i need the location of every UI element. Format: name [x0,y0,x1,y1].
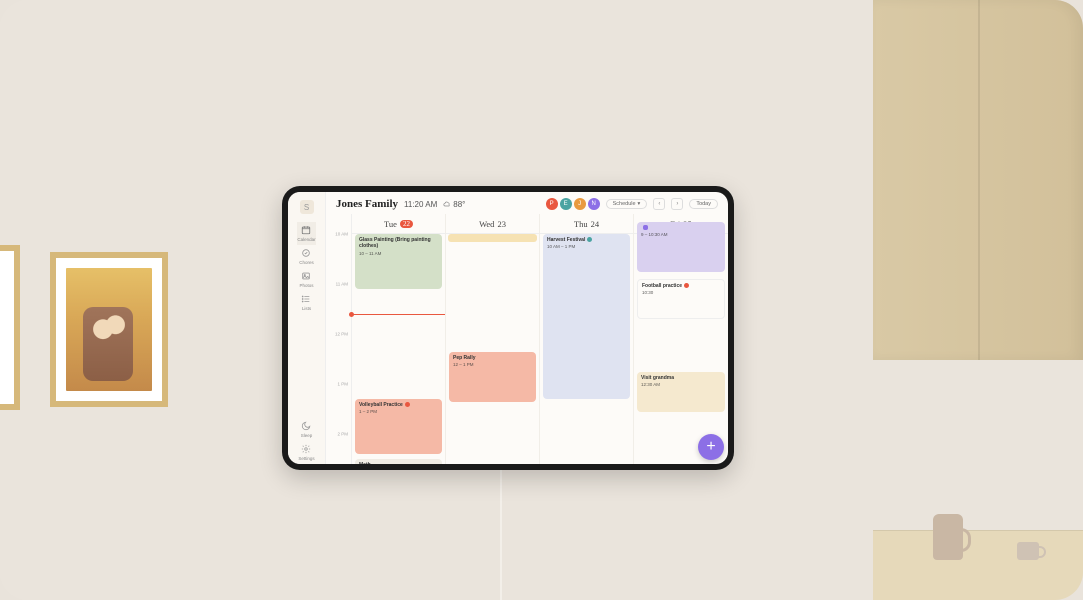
day-column: Tue22Glass Painting (Bring painting clot… [352,214,446,464]
avatar-E[interactable]: E [560,198,572,210]
event-title: Football practice [642,283,720,289]
lists-icon [301,294,311,305]
nav-calendar[interactable]: Calendar [297,222,315,245]
nav-lists[interactable]: Lists [297,291,315,314]
nav-chores[interactable]: Chores [297,245,315,268]
member-dot [405,402,410,407]
member-dot [684,283,689,288]
weather: 88° [443,200,465,209]
today-badge: 22 [400,220,413,228]
clock-time: 11:20 AM [404,200,437,209]
time-label: 12 PM [335,332,348,337]
day-column: Thu24Harvest Festival10 AM – 1 PM [540,214,634,464]
wall-display-device: S Calendar Chores Photos Lists Sleep Setting… [282,186,734,470]
calendar-event[interactable]: Pep Rally12 – 1 PM [449,352,536,402]
event-time: 10 – 11 AM [359,251,438,257]
today-button[interactable]: Today [689,199,718,209]
temperature: 88° [453,200,465,209]
event-time: 10 AM – 1 PM [547,244,626,250]
nav-sleep[interactable]: Sleep [298,418,314,441]
family-avatars: PEJN [546,198,600,210]
cloud-icon [443,200,451,208]
chores-icon [301,248,311,259]
picture-frame-partial [0,245,20,410]
event-title: Visit grandma [641,375,721,381]
calendar-icon [301,225,311,236]
time-axis: 10 AM 11 AM 12 PM 1 PM 2 PM [326,214,352,464]
kettle-decor [933,514,963,560]
family-photo [66,268,152,391]
member-dot [643,225,648,230]
event-time: 1 – 2 PM [359,409,438,415]
power-cord [500,468,502,600]
event-title: Pep Rally [453,355,532,361]
calendar-event[interactable]: Football practice10:30 [637,279,725,319]
nav-label: Settings [298,456,314,461]
event-title: Math [359,462,438,464]
calendar-event[interactable]: Glass Painting (Bring painting clothes)1… [355,234,442,289]
sidebar: S Calendar Chores Photos Lists Sleep Setting… [288,192,326,464]
days-container: Tue22Glass Painting (Bring painting clot… [352,214,728,464]
allday-event[interactable] [448,234,537,242]
nav-photos[interactable]: Photos [297,268,315,291]
picture-frame [50,252,168,407]
event-title [641,225,721,231]
add-event-fab[interactable]: + [698,434,724,460]
photos-icon [301,271,311,282]
calendar-event[interactable]: Math [355,459,442,464]
time-label: 2 PM [337,432,348,437]
sleep-icon [301,421,311,432]
day-header[interactable]: Thu24 [540,214,633,234]
nav-label: Lists [302,306,311,311]
calendar-grid: 10 AM11 AM12 PM1 PM2 PM Tue22Glass Paint… [326,214,728,464]
calendar-event[interactable]: 9 – 10:30 AM [637,222,725,272]
event-time: 12 – 1 PM [453,362,532,368]
family-name: Jones Family [336,198,398,210]
time-label: 10 AM [335,232,348,237]
day-column: Fri259 – 10:30 AMFootball practice10:30V… [634,214,728,464]
event-time: 12:30 AM [641,382,721,388]
avatar-P[interactable]: P [546,198,558,210]
app-logo[interactable]: S [300,200,314,214]
nav-settings[interactable]: Settings [298,441,314,464]
event-title: Volleyball Practice [359,402,438,408]
mug-decor [1017,542,1039,560]
avatar-N[interactable]: N [588,198,600,210]
kitchen-counter [873,530,1083,600]
event-time: 9 – 10:30 AM [641,232,721,238]
now-indicator [352,314,445,315]
calendar-event[interactable]: Volleyball Practice1 – 2 PM [355,399,442,454]
chevron-down-icon: ▾ [638,201,641,207]
top-bar: Jones Family 11:20 AM 88° PEJN Schedule … [326,192,728,214]
next-button[interactable]: › [671,198,683,210]
event-title: Harvest Festival [547,237,626,243]
kitchen-cabinet [873,0,1083,360]
event-time: 10:30 [642,290,720,296]
view-selector[interactable]: Schedule ▾ [606,199,648,209]
calendar-event[interactable]: Visit grandma12:30 AM [637,372,725,412]
nav-label: Calendar [297,237,315,242]
main-area: Jones Family 11:20 AM 88° PEJN Schedule … [326,192,728,464]
day-header[interactable]: Wed23 [446,214,539,234]
screen: S Calendar Chores Photos Lists Sleep Setting… [288,192,728,464]
nav-label: Chores [299,260,314,265]
nav-label: Photos [299,283,313,288]
avatar-J[interactable]: J [574,198,586,210]
event-title: Glass Painting (Bring painting clothes) [359,237,438,250]
day-column: Wed23 Pep Rally12 – 1 PM [446,214,540,464]
calendar-event[interactable]: Harvest Festival10 AM – 1 PM [543,234,630,399]
day-header[interactable]: Tue22 [352,214,445,234]
time-label: 11 AM [336,282,348,287]
settings-icon [301,444,311,455]
member-dot [587,237,592,242]
prev-button[interactable]: ‹ [653,198,665,210]
nav-label: Sleep [301,433,313,438]
time-label: 1 PM [337,382,348,387]
